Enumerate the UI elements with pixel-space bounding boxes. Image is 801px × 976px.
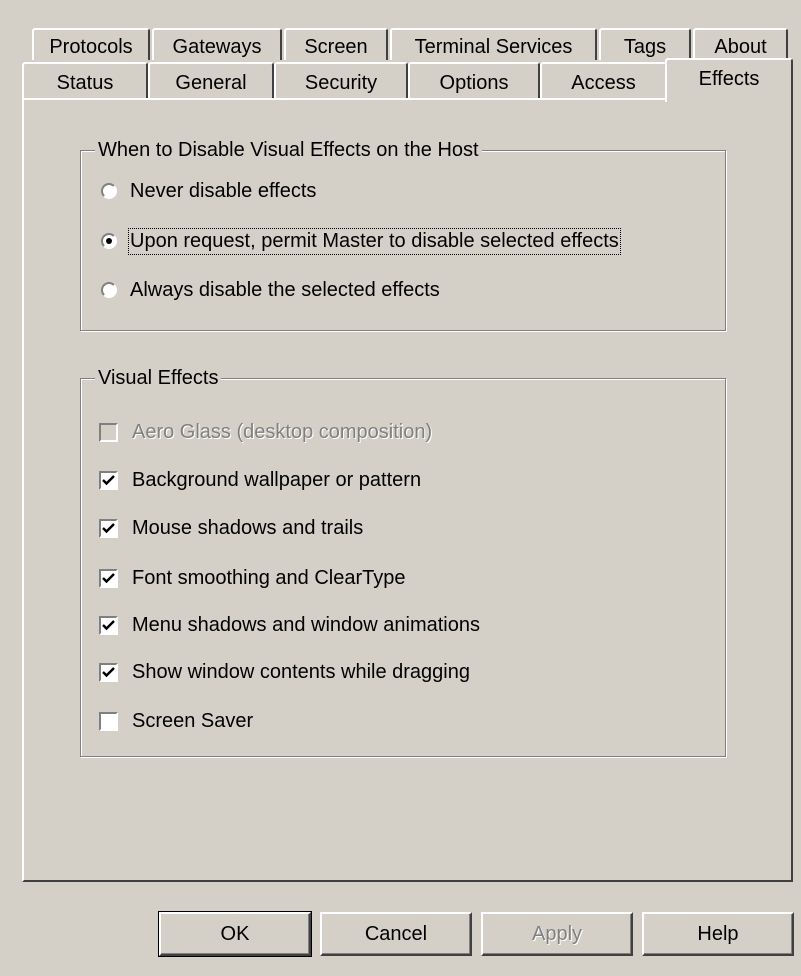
tab-label: Access bbox=[571, 72, 636, 94]
checkbox-checked-icon bbox=[98, 469, 119, 491]
button-label: Help bbox=[697, 923, 739, 945]
tab-label: Screen bbox=[304, 36, 368, 58]
tab-access[interactable]: Access bbox=[540, 62, 667, 98]
tab-label: Effects bbox=[698, 68, 760, 90]
tab-label: Protocols bbox=[49, 36, 133, 58]
cancel-button[interactable]: Cancel bbox=[320, 912, 472, 956]
checkbox-label: Mouse shadows and trails bbox=[132, 516, 364, 539]
checkbox-disabled-icon bbox=[98, 421, 119, 443]
tab-label: Options bbox=[439, 72, 509, 94]
visual-effects-groupbox: Visual Effects Aero Glass (desktop compo… bbox=[80, 366, 726, 757]
radio-label: Upon request, permit Master to disable s… bbox=[128, 227, 621, 255]
button-label: Apply bbox=[531, 923, 583, 945]
groupbox-title: Visual Effects bbox=[95, 366, 222, 390]
radio-upon-request[interactable]: Upon request, permit Master to disable s… bbox=[101, 226, 621, 256]
radio-label: Never disable effects bbox=[130, 179, 317, 202]
radio-label: Always disable the selected effects bbox=[130, 278, 440, 301]
tab-terminal-services[interactable]: Terminal Services bbox=[390, 28, 597, 60]
tab-general[interactable]: General bbox=[148, 62, 274, 98]
disable-effects-groupbox: When to Disable Visual Effects on the Ho… bbox=[80, 138, 726, 331]
tab-about[interactable]: About bbox=[693, 28, 788, 60]
tab-label: Security bbox=[304, 72, 378, 94]
checkbox-label: Screen Saver bbox=[132, 709, 254, 732]
tab-security[interactable]: Security bbox=[274, 62, 408, 98]
tab-label: General bbox=[175, 72, 247, 94]
help-button[interactable]: Help bbox=[642, 912, 794, 956]
tab-effects[interactable]: Effects bbox=[665, 58, 793, 102]
radio-always-disable[interactable]: Always disable the selected effects bbox=[101, 275, 440, 305]
button-label: Cancel bbox=[364, 923, 428, 945]
checkbox-checked-icon bbox=[98, 567, 119, 589]
tab-label: Gateways bbox=[172, 36, 262, 58]
checkbox-font-smoothing[interactable]: Font smoothing and ClearType bbox=[98, 563, 406, 593]
checkbox-label: Aero Glass (desktop composition) bbox=[132, 420, 433, 443]
tab-options[interactable]: Options bbox=[408, 62, 540, 98]
tab-label: About bbox=[714, 36, 767, 58]
tab-screen[interactable]: Screen bbox=[284, 28, 388, 60]
tab-gateways[interactable]: Gateways bbox=[152, 28, 282, 60]
button-label: OK bbox=[220, 923, 250, 945]
checkbox-checked-icon bbox=[98, 517, 119, 539]
checkbox-checked-icon bbox=[98, 661, 119, 683]
groupbox-title: When to Disable Visual Effects on the Ho… bbox=[95, 138, 482, 162]
checkbox-label: Show window contents while dragging bbox=[132, 660, 470, 683]
ok-button[interactable]: OK bbox=[158, 911, 312, 957]
tab-protocols[interactable]: Protocols bbox=[32, 28, 150, 60]
apply-button: Apply bbox=[481, 912, 633, 956]
radio-never-disable[interactable]: Never disable effects bbox=[101, 176, 316, 206]
radio-button-icon bbox=[101, 282, 117, 298]
tab-panel-effects: When to Disable Visual Effects on the Ho… bbox=[22, 98, 793, 882]
tab-label: Status bbox=[56, 72, 114, 94]
tab-tags[interactable]: Tags bbox=[599, 28, 691, 60]
checkbox-aero-glass: Aero Glass (desktop composition) bbox=[98, 417, 433, 447]
checkbox-label: Font smoothing and ClearType bbox=[132, 566, 406, 589]
checkbox-mouse-shadows[interactable]: Mouse shadows and trails bbox=[98, 513, 364, 543]
checkbox-label: Background wallpaper or pattern bbox=[132, 468, 422, 491]
checkbox-label: Menu shadows and window animations bbox=[132, 613, 480, 636]
radio-button-selected-icon bbox=[101, 233, 117, 249]
checkbox-show-window-contents[interactable]: Show window contents while dragging bbox=[98, 657, 470, 687]
checkbox-checked-icon bbox=[98, 614, 119, 636]
checkbox-background-wallpaper[interactable]: Background wallpaper or pattern bbox=[98, 465, 422, 495]
tab-label: Tags bbox=[623, 36, 667, 58]
tab-label: Terminal Services bbox=[414, 36, 573, 58]
radio-button-icon bbox=[101, 183, 117, 199]
tab-status[interactable]: Status bbox=[22, 62, 148, 98]
checkbox-menu-shadows[interactable]: Menu shadows and window animations bbox=[98, 610, 480, 640]
checkbox-unchecked-icon bbox=[98, 710, 119, 732]
checkbox-screen-saver[interactable]: Screen Saver bbox=[98, 706, 254, 736]
